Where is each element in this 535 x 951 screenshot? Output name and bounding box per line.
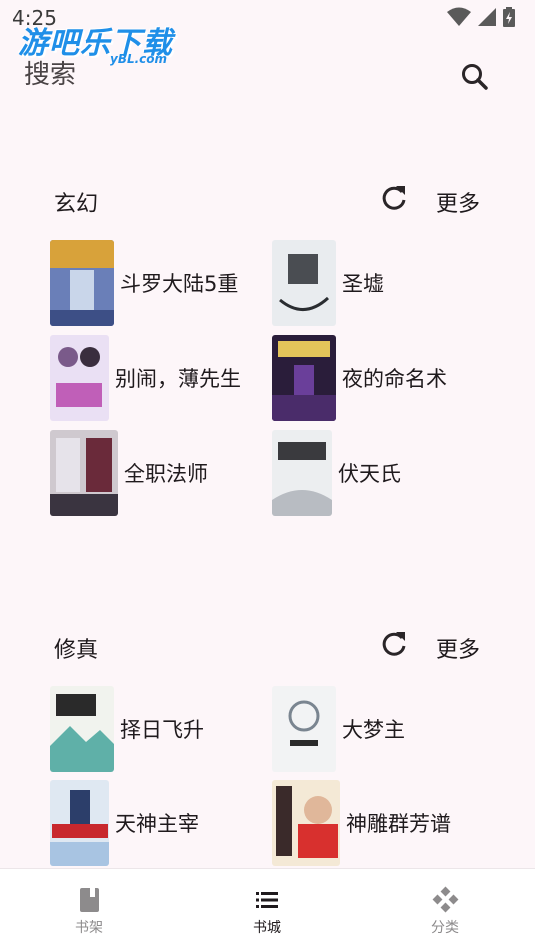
book-title: 斗罗大陆5重 xyxy=(120,272,239,296)
section-title: 玄幻 xyxy=(54,192,99,217)
book-item[interactable]: 夜的命名术 xyxy=(272,335,447,421)
bottom-nav: 书架 书城 分类 xyxy=(0,868,535,951)
book-item[interactable]: 天神主宰 xyxy=(50,780,199,866)
book-title: 别闹，薄先生 xyxy=(115,367,241,391)
signal-icon xyxy=(478,8,496,26)
top-bar: 搜索 xyxy=(0,52,535,100)
book-cover xyxy=(272,335,336,421)
page-title: 搜索 xyxy=(24,60,77,90)
book-cover xyxy=(50,780,109,866)
section-title: 修真 xyxy=(54,638,99,663)
book-cover xyxy=(272,780,340,866)
nav-label: 分类 xyxy=(431,920,459,936)
book-cover xyxy=(50,335,109,421)
more-button[interactable]: 更多 xyxy=(436,186,480,218)
wifi-icon xyxy=(447,7,471,26)
refresh-button[interactable] xyxy=(378,182,410,214)
bookshelf-icon xyxy=(80,888,99,912)
book-cover xyxy=(272,686,336,772)
book-item[interactable]: 圣墟 xyxy=(272,240,384,326)
book-cover xyxy=(50,686,114,772)
list-icon xyxy=(256,892,278,908)
book-item[interactable]: 斗罗大陆5重 xyxy=(50,240,238,326)
book-title: 圣墟 xyxy=(342,272,384,296)
book-item[interactable]: 伏天氏 xyxy=(272,430,401,516)
book-item[interactable]: 神雕群芳谱 xyxy=(272,780,451,866)
book-cover xyxy=(272,430,332,516)
book-title: 大梦主 xyxy=(342,718,405,742)
category-icon xyxy=(432,886,459,913)
nav-bookshelf[interactable]: 书架 xyxy=(29,869,149,951)
book-item[interactable]: 别闹，薄先生 xyxy=(50,335,241,421)
nav-category[interactable]: 分类 xyxy=(385,869,505,951)
battery-icon xyxy=(503,7,515,27)
nav-label: 书架 xyxy=(75,920,103,936)
book-title: 全职法师 xyxy=(124,462,208,486)
nav-bookstore[interactable]: 书城 xyxy=(207,869,327,951)
book-item[interactable]: 全职法师 xyxy=(50,430,208,516)
nav-label: 书城 xyxy=(253,920,281,936)
book-title: 夜的命名术 xyxy=(342,367,447,391)
book-cover xyxy=(272,240,336,326)
status-icons xyxy=(447,7,515,27)
book-title: 择日飞升 xyxy=(120,718,204,742)
book-title: 伏天氏 xyxy=(338,462,401,486)
book-item[interactable]: 择日飞升 xyxy=(50,686,204,772)
book-title: 天神主宰 xyxy=(115,812,199,836)
more-button[interactable]: 更多 xyxy=(436,632,480,664)
book-title: 神雕群芳谱 xyxy=(346,812,451,836)
refresh-icon xyxy=(382,632,406,656)
search-button[interactable] xyxy=(458,60,492,94)
refresh-button[interactable] xyxy=(378,628,410,660)
refresh-icon xyxy=(382,186,406,210)
search-icon xyxy=(462,64,488,90)
book-cover xyxy=(50,430,118,516)
book-item[interactable]: 大梦主 xyxy=(272,686,405,772)
book-cover xyxy=(50,240,114,326)
